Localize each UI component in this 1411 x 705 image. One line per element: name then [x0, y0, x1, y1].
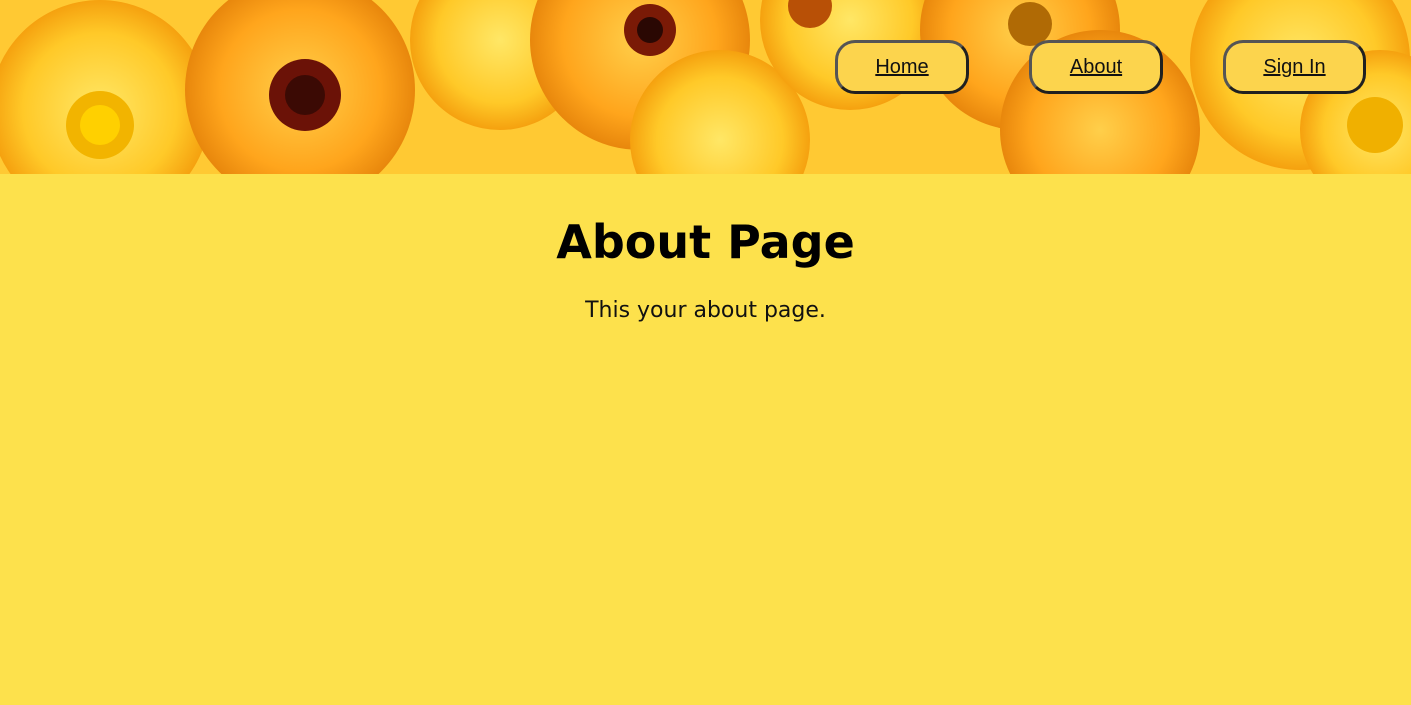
page-title: About Page: [556, 215, 855, 269]
nav-home-button[interactable]: Home: [835, 40, 969, 94]
header-banner: Home About Sign In: [0, 0, 1411, 174]
nav-about-button[interactable]: About: [1029, 40, 1163, 94]
page-description: This your about page.: [585, 298, 826, 323]
nav-signin-button[interactable]: Sign In: [1223, 40, 1366, 94]
top-nav: Home About Sign In: [0, 40, 1411, 100]
main-content: About Page This your about page.: [0, 174, 1411, 326]
